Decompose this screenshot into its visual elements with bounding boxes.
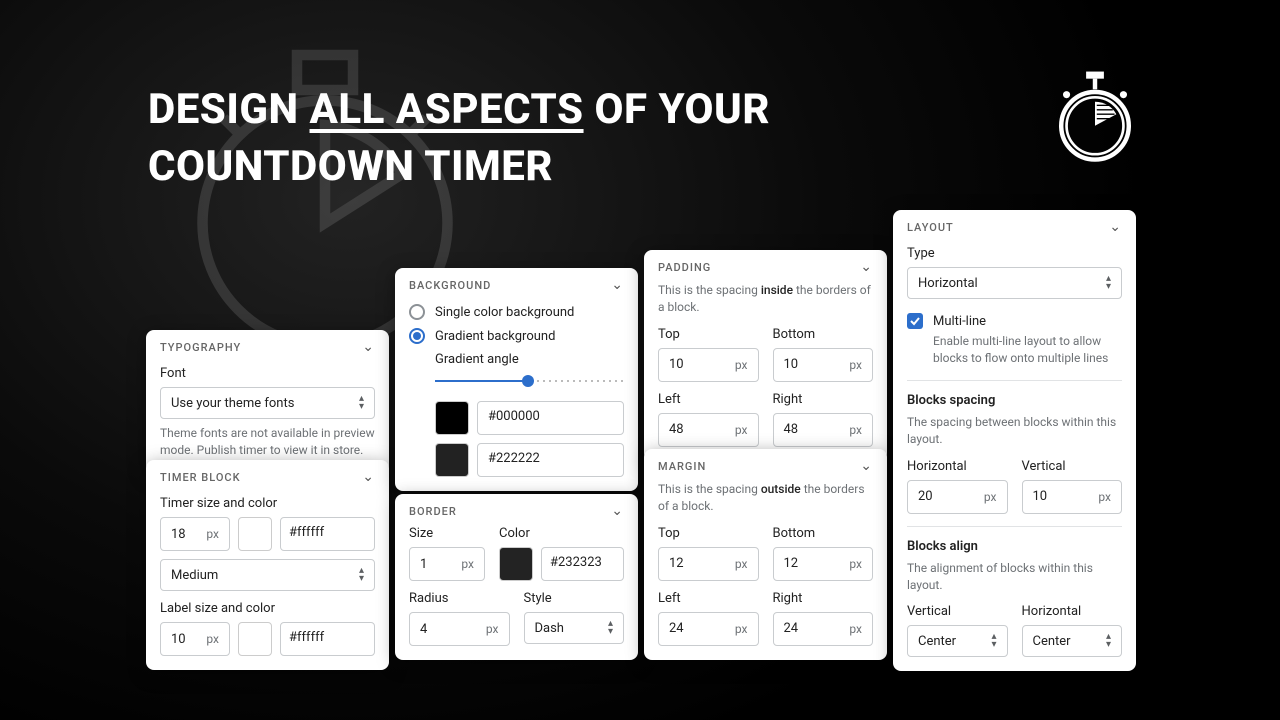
border-color-label: Color [499, 526, 624, 541]
label-color-input[interactable]: #ffffff [280, 622, 375, 656]
label-size-input[interactable]: 10 px [160, 622, 230, 656]
multiline-hint: Enable multi-line layout to allow blocks… [907, 333, 1122, 368]
layout-type-select[interactable]: Horizontal ▴▾ [907, 267, 1122, 299]
align-horizontal-select[interactable]: Center ▴▾ [1022, 625, 1123, 657]
chevron-down-icon: ⌄ [362, 340, 375, 354]
gradient-angle-label: Gradient angle [435, 352, 624, 367]
select-arrows-icon: ▴▾ [359, 567, 364, 583]
timer-size-color-label: Timer size and color [160, 496, 375, 511]
select-arrows-icon: ▴▾ [608, 620, 613, 636]
chevron-down-icon: ⌄ [860, 459, 873, 473]
stopwatch-icon [1050, 68, 1140, 164]
blocks-spacing-desc: The spacing between blocks within this l… [907, 414, 1122, 449]
bg-color2-input[interactable]: #222222 [477, 443, 624, 477]
margin-top-input[interactable]: 12px [658, 547, 759, 581]
headline-post: OF YOUR [584, 85, 770, 134]
padding-right-input[interactable]: 48px [773, 413, 874, 447]
spacing-horizontal-input[interactable]: 20px [907, 480, 1008, 514]
timerblock-header[interactable]: TIMER BLOCK ⌄ [146, 460, 389, 492]
chevron-down-icon: ⌄ [362, 470, 375, 484]
spacing-vertical-input[interactable]: 10px [1022, 480, 1123, 514]
margin-bottom-input[interactable]: 12px [773, 547, 874, 581]
layout-header[interactable]: LAYOUT ⌄ [893, 210, 1136, 242]
headline-line2: COUNTDOWN TIMER [148, 139, 770, 196]
blocks-spacing-title: Blocks spacing [907, 393, 1122, 408]
timer-size-input[interactable]: 18 px [160, 517, 230, 551]
chevron-down-icon: ⌄ [611, 278, 624, 292]
padding-desc: This is the spacing inside the borders o… [658, 282, 873, 317]
bg-color2-swatch[interactable] [435, 443, 469, 477]
timer-color-swatch[interactable] [238, 517, 272, 551]
label-color-swatch[interactable] [238, 622, 272, 656]
bg-color1-input[interactable]: #000000 [477, 401, 624, 435]
font-select[interactable]: Use your theme fonts ▴▾ [160, 387, 375, 419]
border-color-input[interactable]: #232323 [541, 547, 624, 581]
chevron-down-icon: ⌄ [860, 260, 873, 274]
border-size-input[interactable]: 1 px [409, 547, 485, 581]
margin-header[interactable]: MARGIN ⌄ [644, 449, 887, 481]
border-header[interactable]: BORDER ⌄ [395, 494, 638, 526]
typography-header[interactable]: TYPOGRAPHY ⌄ [146, 330, 389, 362]
select-arrows-icon: ▴▾ [1106, 633, 1111, 649]
select-arrows-icon: ▴▾ [1106, 275, 1111, 291]
timer-color-input[interactable]: #ffffff [280, 517, 375, 551]
gradient-angle-slider[interactable] [435, 375, 624, 387]
blocks-align-desc: The alignment of blocks within this layo… [907, 560, 1122, 595]
select-arrows-icon: ▴▾ [359, 395, 364, 411]
padding-left-input[interactable]: 48px [658, 413, 759, 447]
padding-bottom-input[interactable]: 10px [773, 348, 874, 382]
radio-gradient[interactable]: Gradient background [409, 324, 624, 348]
headline-mid: ALL ASPECTS [310, 85, 584, 134]
align-vertical-select[interactable]: Center ▴▾ [907, 625, 1008, 657]
margin-desc: This is the spacing outside the borders … [658, 481, 873, 516]
border-radius-input[interactable]: 4 px [409, 612, 510, 646]
bg-color1-swatch[interactable] [435, 401, 469, 435]
font-hint: Theme fonts are not available in preview… [160, 425, 375, 459]
page-headline: DESIGN ALL ASPECTS OF YOUR COUNTDOWN TIM… [148, 82, 770, 195]
select-arrows-icon: ▴▾ [991, 633, 996, 649]
border-color-swatch[interactable] [499, 547, 533, 581]
chevron-down-icon: ⌄ [1109, 220, 1122, 234]
border-style-label: Style [524, 591, 625, 606]
border-style-select[interactable]: Dash ▴▾ [524, 612, 625, 644]
margin-left-input[interactable]: 24px [658, 612, 759, 646]
timer-weight-select[interactable]: Medium ▴▾ [160, 559, 375, 591]
padding-header[interactable]: PADDING ⌄ [644, 250, 887, 282]
chevron-down-icon: ⌄ [611, 504, 624, 518]
label-size-color-label: Label size and color [160, 601, 375, 616]
border-size-label: Size [409, 526, 485, 541]
radio-single-color[interactable]: Single color background [409, 300, 624, 324]
background-header[interactable]: BACKGROUND ⌄ [395, 268, 638, 300]
font-label: Font [160, 366, 375, 381]
padding-top-input[interactable]: 10px [658, 348, 759, 382]
blocks-align-title: Blocks align [907, 539, 1122, 554]
headline-pre: DESIGN [148, 85, 310, 134]
multiline-checkbox[interactable]: Multi-line [907, 309, 1122, 333]
border-radius-label: Radius [409, 591, 510, 606]
margin-right-input[interactable]: 24px [773, 612, 874, 646]
